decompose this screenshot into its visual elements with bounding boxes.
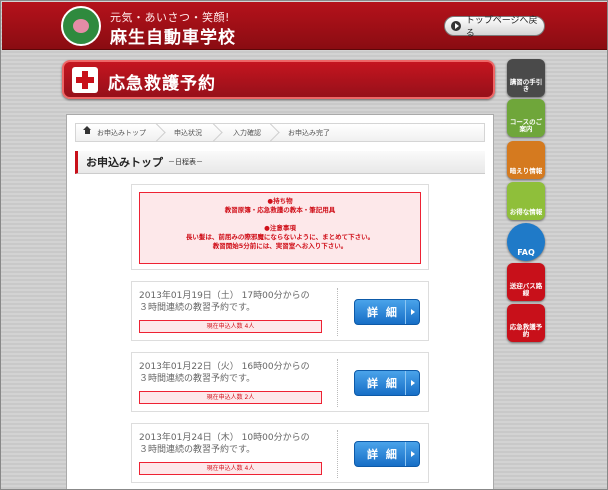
school-logo[interactable] <box>61 6 101 46</box>
side-item-label: 暗えり情報 <box>509 167 543 176</box>
site-brand[interactable]: 麻生自動車学校 <box>110 23 236 48</box>
main-panel: お申込みトップ 申込状況 入力確認 お申込み完了 お申込みトップ －日程表－ ●… <box>66 114 494 489</box>
page-frame: 元気・あいさつ・笑顔! 麻生自動車学校 トップページへ戻る 応急救護予約 講習の… <box>0 0 608 490</box>
breadcrumb-confirm: 入力確認 <box>211 124 268 141</box>
session-card: 2013年01月19日（土） 17時00分からの ３時間連続の教習予約です。 現… <box>131 281 429 341</box>
notice-content: ●持ち物 教習原簿・応急救護の教本・筆記用具 ●注意事項 長い髪は、前屈みの際邪… <box>139 192 421 264</box>
section-heading: お申込みトップ －日程表－ <box>75 151 485 174</box>
chevron-right-icon <box>405 300 419 324</box>
side-item-info[interactable]: 暗えり情報 <box>507 141 545 179</box>
breadcrumb-label: 申込状況 <box>174 128 202 137</box>
side-item-label: 講習の手引き <box>509 78 543 94</box>
back-to-top-button[interactable]: トップページへ戻る <box>444 16 545 39</box>
page-title-bar: 応急救護予約 <box>62 60 495 99</box>
breadcrumb-label: お申込みトップ <box>97 128 146 137</box>
applicant-count-badge: 現在申込人数 4人 <box>139 320 322 333</box>
applicant-count-badge: 現在申込人数 4人 <box>139 462 322 475</box>
home-icon <box>83 125 92 137</box>
session-date-time: 2013年01月22日（火） 16時00分からの <box>139 362 310 372</box>
site-header: 元気・あいさつ・笑顔! 麻生自動車学校 トップページへ戻る <box>2 2 607 50</box>
breadcrumb-status: 申込状況 <box>154 124 211 141</box>
chevron-right-icon <box>405 442 419 466</box>
breadcrumb: お申込みトップ 申込状況 入力確認 お申込み完了 <box>75 123 485 142</box>
session-description: ３時間連続の教習予約です。 <box>139 374 256 384</box>
detail-button[interactable]: 詳 細 <box>354 370 420 396</box>
session-date-time: 2013年01月24日（木） 10時00分からの <box>139 433 310 443</box>
bring-text: 教習原簿・応急救護の教本・筆記用具 <box>224 206 336 214</box>
notice-box: ●持ち物 教習原簿・応急救護の教本・筆記用具 ●注意事項 長い髪は、前屈みの際邪… <box>131 184 429 270</box>
breadcrumb-complete: お申込み完了 <box>268 124 348 141</box>
chevron-right-icon <box>405 371 419 395</box>
side-item-label: 送迎バス路線 <box>509 282 543 298</box>
breadcrumb-home[interactable]: お申込みトップ <box>76 124 154 141</box>
bring-heading: ●持ち物 <box>267 197 293 205</box>
side-item-label: 応急救護予約 <box>509 323 543 339</box>
side-item-label: コースのご案内 <box>509 118 543 134</box>
side-item-faq[interactable]: FAQ <box>507 223 545 261</box>
side-item-bus[interactable]: 送迎バス路線 <box>507 263 545 301</box>
page-title: 応急救護予約 <box>108 74 216 94</box>
logo-mascot-icon <box>73 19 89 33</box>
breadcrumb-label: 入力確認 <box>233 128 261 137</box>
breadcrumb-label: お申込み完了 <box>288 128 330 137</box>
side-item-deals[interactable]: お得な情報 <box>507 182 545 220</box>
side-item-first-aid[interactable]: 応急救護予約 <box>507 304 545 342</box>
section-title: お申込みトップ <box>86 156 163 169</box>
side-item-label: FAQ <box>517 247 535 257</box>
back-to-top-label: トップページへ戻る <box>465 16 538 39</box>
section-subtitle: －日程表－ <box>168 158 203 166</box>
session-card: 2013年01月24日（木） 10時00分からの ３時間連続の教習予約です。 現… <box>131 423 429 483</box>
detail-button-label: 詳 細 <box>367 377 399 390</box>
side-item-guide[interactable]: 講習の手引き <box>507 59 545 97</box>
detail-button-label: 詳 細 <box>367 448 399 461</box>
detail-button[interactable]: 詳 細 <box>354 299 420 325</box>
session-description: ３時間連続の教習予約です。 <box>139 303 256 313</box>
caution-line-2: 教習開始5分前には、実習室へお入り下さい。 <box>212 242 348 250</box>
session-description: ３時間連続の教習予約です。 <box>139 445 256 455</box>
detail-button-label: 詳 細 <box>367 306 399 319</box>
detail-button[interactable]: 詳 細 <box>354 441 420 467</box>
first-aid-cross-icon <box>72 67 98 93</box>
play-circle-icon <box>451 21 461 31</box>
side-item-label: お得な情報 <box>509 208 543 217</box>
session-card: 2013年01月22日（火） 16時00分からの ３時間連続の教習予約です。 現… <box>131 352 429 412</box>
side-item-course[interactable]: コースのご案内 <box>507 99 545 137</box>
session-date-time: 2013年01月19日（土） 17時00分からの <box>139 291 310 301</box>
applicant-count-badge: 現在申込人数 2人 <box>139 391 322 404</box>
caution-heading: ●注意事項 <box>264 224 296 232</box>
caution-line-1: 長い髪は、前屈みの際邪魔にならないように、まとめて下さい。 <box>185 233 375 241</box>
